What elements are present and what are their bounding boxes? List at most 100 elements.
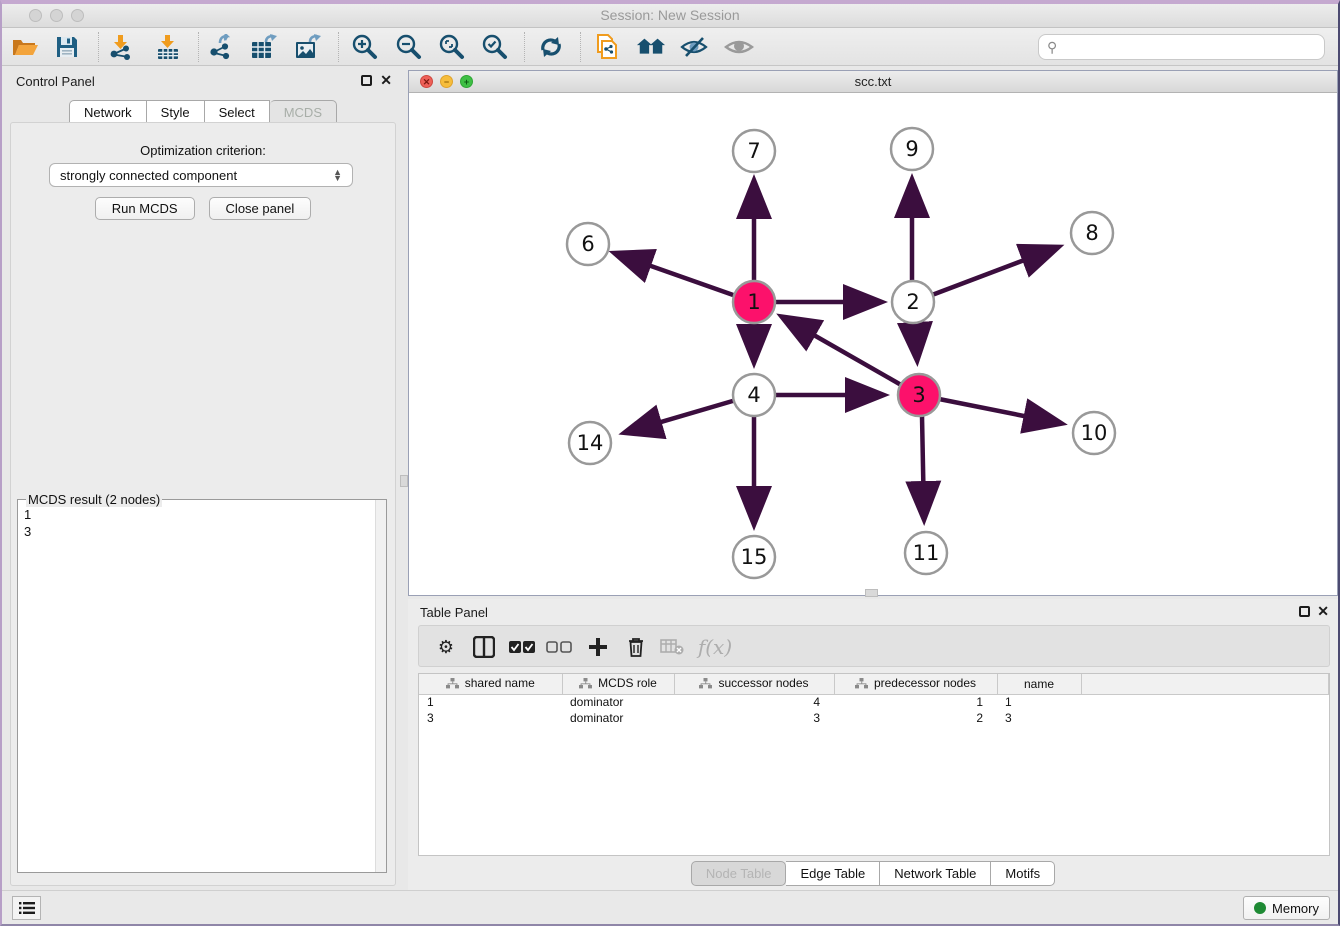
- table-cell[interactable]: dominator: [562, 710, 674, 726]
- tab-edge-table[interactable]: Edge Table: [786, 861, 880, 886]
- control-panel-float-icon[interactable]: [361, 75, 372, 86]
- delete-table-icon[interactable]: [657, 632, 687, 662]
- duplicate-network-icon[interactable]: [592, 32, 622, 62]
- open-file-icon[interactable]: [10, 32, 40, 62]
- graph-node-10[interactable]: 10: [1073, 412, 1115, 454]
- sort-hierarchy-icon: [446, 678, 459, 689]
- table-cell[interactable]: 3: [997, 710, 1081, 726]
- svg-text:1: 1: [747, 290, 760, 314]
- control-panel: Control Panel ✕ Network Style Select MCD…: [4, 66, 402, 892]
- graph-node-11[interactable]: 11: [905, 532, 947, 574]
- tab-network-table[interactable]: Network Table: [880, 861, 991, 886]
- show-all-eye-icon[interactable]: [724, 32, 754, 62]
- graph-edge-3-11[interactable]: [922, 416, 924, 517]
- delete-column-icon[interactable]: [621, 632, 651, 662]
- graph-node-7[interactable]: 7: [733, 130, 775, 172]
- table-panel: Table Panel ✕ ⚙ f(x) shared nameMCDS rol…: [408, 599, 1338, 892]
- optimization-criterion-label: Optimization criterion:: [11, 143, 395, 158]
- graph-edge-4-14[interactable]: [627, 400, 736, 432]
- graph-node-6[interactable]: 6: [567, 223, 609, 265]
- svg-text:14: 14: [577, 431, 604, 455]
- graph-node-14[interactable]: 14: [569, 422, 611, 464]
- tab-network[interactable]: Network: [69, 100, 147, 124]
- result-scrollbar[interactable]: [375, 500, 386, 872]
- column-header-MCDS-role[interactable]: MCDS role: [562, 674, 674, 694]
- search-box[interactable]: ⚲: [1038, 34, 1325, 60]
- home-layout-icon[interactable]: [636, 32, 666, 62]
- graph-edge-3-1[interactable]: [784, 318, 903, 386]
- network-canvas[interactable]: 7 9 6 8 1 2 4 3 14 10 15 11: [409, 93, 1337, 595]
- memory-label: Memory: [1272, 901, 1319, 916]
- select-all-rows-icon[interactable]: [507, 632, 537, 662]
- column-header-name[interactable]: name: [997, 674, 1081, 694]
- refresh-icon[interactable]: [536, 32, 566, 62]
- table-panel-float-icon[interactable]: [1299, 606, 1310, 617]
- table-cell[interactable]: 1: [834, 694, 997, 710]
- vertical-splitter-handle[interactable]: [400, 475, 408, 487]
- tab-style[interactable]: Style: [147, 100, 205, 124]
- node-table[interactable]: shared nameMCDS rolesuccessor nodesprede…: [418, 673, 1330, 856]
- zoom-out-icon[interactable]: [393, 32, 423, 62]
- table-panel-close-icon[interactable]: ✕: [1317, 603, 1329, 620]
- graph-node-15[interactable]: 15: [733, 536, 775, 578]
- network-view-window: ✕ − + scc.txt 7 9 6 8 1 2 4 3 14 10 15 11: [408, 70, 1338, 596]
- network-window-titlebar[interactable]: ✕ − + scc.txt: [409, 71, 1337, 93]
- function-builder-icon[interactable]: f(x): [695, 632, 735, 662]
- table-cell[interactable]: 2: [834, 710, 997, 726]
- export-network-icon[interactable]: [206, 32, 236, 62]
- table-cell[interactable]: 3: [419, 710, 562, 726]
- network-window-title: scc.txt: [409, 74, 1337, 89]
- column-header-successor-nodes[interactable]: successor nodes: [674, 674, 834, 694]
- table-settings-icon[interactable]: ⚙: [431, 632, 461, 662]
- split-columns-icon[interactable]: [469, 632, 499, 662]
- graph-edge-3-10[interactable]: [939, 399, 1059, 423]
- deselect-all-rows-icon[interactable]: [544, 632, 574, 662]
- zoom-selected-icon[interactable]: [479, 32, 509, 62]
- table-row[interactable]: 3dominator323: [419, 710, 1329, 726]
- export-table-icon[interactable]: [249, 32, 279, 62]
- graph-edge-2-3[interactable]: [915, 323, 917, 358]
- criterion-dropdown[interactable]: strongly connected component ▲▼: [49, 163, 353, 187]
- run-mcds-button[interactable]: Run MCDS: [95, 197, 195, 220]
- search-icon: ⚲: [1047, 39, 1057, 56]
- memory-button[interactable]: Memory: [1243, 896, 1330, 920]
- import-table-icon[interactable]: [153, 32, 183, 62]
- tab-node-table[interactable]: Node Table: [691, 861, 787, 886]
- zoom-in-icon[interactable]: [349, 32, 379, 62]
- graph-node-8[interactable]: 8: [1071, 212, 1113, 254]
- tab-mcds[interactable]: MCDS: [270, 100, 337, 124]
- table-row[interactable]: 1dominator411: [419, 694, 1329, 710]
- hide-selected-eye-icon[interactable]: [679, 32, 709, 62]
- graph-edge-1-6[interactable]: [617, 254, 736, 296]
- graph-node-9[interactable]: 9: [891, 128, 933, 170]
- tab-motifs[interactable]: Motifs: [991, 861, 1055, 886]
- svg-text:3: 3: [912, 383, 925, 407]
- table-cell[interactable]: 3: [674, 710, 834, 726]
- table-cell[interactable]: dominator: [562, 694, 674, 710]
- save-session-icon[interactable]: [52, 32, 82, 62]
- column-header-predecessor-nodes[interactable]: predecessor nodes: [834, 674, 997, 694]
- mcds-result-text[interactable]: 1 3: [24, 506, 31, 540]
- export-image-icon[interactable]: [293, 32, 323, 62]
- graph-node-1[interactable]: 1: [733, 281, 775, 323]
- table-cell[interactable]: 1: [997, 694, 1081, 710]
- search-input[interactable]: [1057, 40, 1324, 55]
- graph-node-3[interactable]: 3: [898, 374, 940, 416]
- horizontal-splitter-handle[interactable]: [865, 589, 878, 597]
- tab-select[interactable]: Select: [205, 100, 270, 124]
- title-bar: Session: New Session: [2, 4, 1338, 28]
- control-panel-close-icon[interactable]: ✕: [380, 72, 392, 89]
- column-header-shared-name[interactable]: shared name: [419, 674, 562, 694]
- close-panel-button[interactable]: Close panel: [209, 197, 312, 220]
- graph-edge-2-8[interactable]: [932, 248, 1056, 295]
- zoom-fit-icon[interactable]: [436, 32, 466, 62]
- import-network-icon[interactable]: [106, 32, 136, 62]
- svg-text:2: 2: [906, 290, 919, 314]
- graph-node-4[interactable]: 4: [733, 374, 775, 416]
- table-cell[interactable]: 4: [674, 694, 834, 710]
- task-history-button[interactable]: [12, 896, 41, 920]
- svg-text:4: 4: [747, 383, 760, 407]
- table-cell[interactable]: 1: [419, 694, 562, 710]
- graph-node-2[interactable]: 2: [892, 281, 934, 323]
- add-column-icon[interactable]: [583, 632, 613, 662]
